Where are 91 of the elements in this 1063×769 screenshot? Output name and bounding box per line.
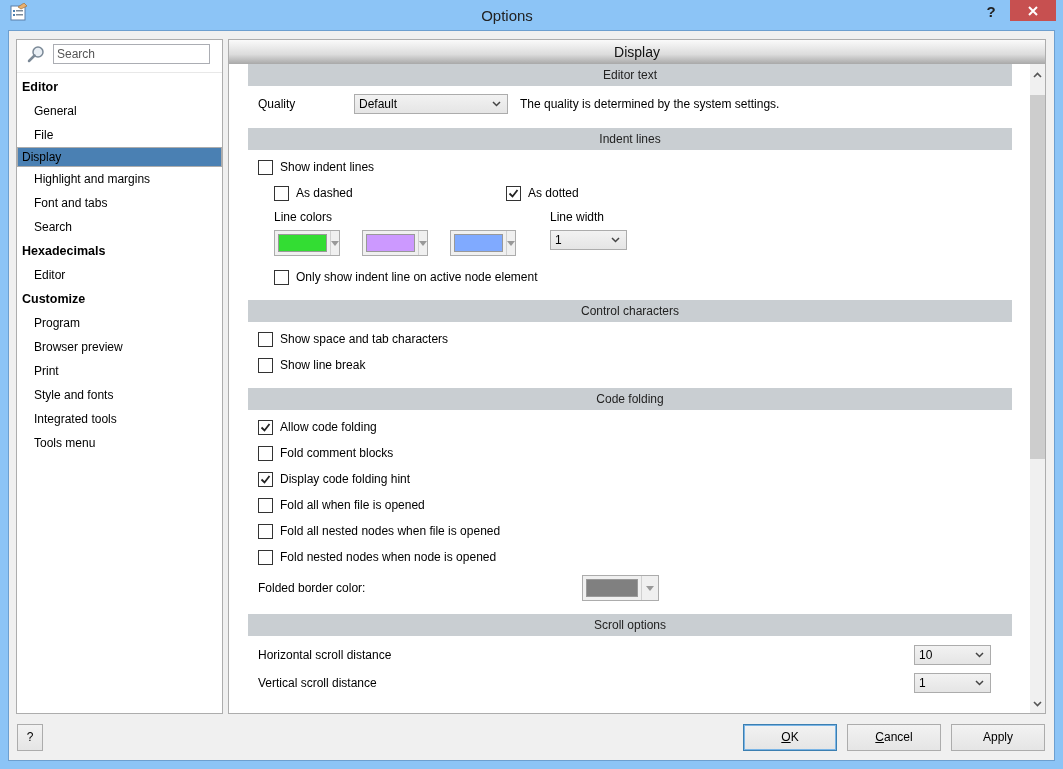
chevron-down-icon [611, 237, 620, 243]
section-header: Scroll options [248, 614, 1012, 636]
checkbox[interactable] [258, 471, 273, 487]
checkbox-label: As dashed [296, 186, 353, 200]
chevron-down-icon [975, 680, 984, 686]
section-header: Indent lines [248, 128, 1012, 150]
chevron-down-icon [492, 101, 501, 107]
checkbox[interactable] [506, 185, 521, 201]
dropdown-value: Default [359, 97, 398, 111]
checkbox[interactable] [258, 497, 273, 513]
panel-header: Display [229, 40, 1045, 64]
scrollbar-thumb[interactable] [1030, 95, 1045, 459]
checkbox[interactable] [258, 419, 273, 435]
checkbox-label: Only show indent line on active node element [296, 270, 538, 284]
checkbox-label: Show indent lines [280, 160, 375, 174]
checkbox-label: Display code folding hint [280, 472, 411, 486]
checkbox[interactable] [258, 357, 273, 373]
scroll-up-icon [1033, 72, 1042, 78]
checkbox-label: Show line break [280, 358, 366, 372]
hint-text: The quality is determined by the system settings. [520, 97, 780, 111]
check-icon [508, 187, 519, 199]
app-icon [10, 3, 28, 21]
close-button[interactable] [1010, 0, 1056, 21]
field-label: Line width [550, 209, 606, 226]
checkbox[interactable] [258, 523, 273, 539]
scroll-down-icon [1033, 701, 1042, 707]
check-icon [260, 421, 271, 433]
caret-icon [419, 240, 427, 246]
checkbox-label: Fold all when file is opened [280, 498, 425, 512]
chevron-down-icon [975, 652, 984, 658]
tree-item[interactable]: Browser preview [17, 335, 222, 359]
color-dropdown[interactable] [274, 230, 340, 256]
tree-item[interactable]: Style and fonts [17, 383, 222, 407]
color-dropdown[interactable] [582, 575, 659, 601]
scrollbar[interactable] [1030, 64, 1045, 713]
tree-group[interactable]: Customize [17, 287, 222, 311]
tree-item[interactable]: Display [17, 147, 222, 167]
dropdown[interactable]: 10 [914, 645, 991, 665]
field-label: Folded border color: [258, 581, 367, 595]
dialog-button[interactable]: OK [743, 723, 837, 751]
close-icon [1028, 5, 1038, 16]
tree-item[interactable]: File [17, 123, 222, 147]
checkbox-label: Show space and tab characters [280, 332, 449, 346]
tree-group[interactable]: Hexadecimals [17, 239, 222, 263]
search-icon [27, 45, 45, 63]
dialog-button[interactable]: Apply [951, 723, 1045, 751]
tree-item[interactable]: Highlight and margins [17, 167, 222, 191]
caret-icon [507, 240, 515, 246]
help-button[interactable]: ? [980, 2, 1002, 20]
checkbox[interactable] [258, 159, 273, 175]
checkbox-label: Fold nested nodes when node is opened [280, 550, 497, 564]
dropdown[interactable]: 1 [550, 230, 627, 250]
dialog-button[interactable]: Cancel [847, 723, 941, 751]
tree-item[interactable]: Editor [17, 263, 222, 287]
window-title: Options [480, 6, 534, 24]
dropdown-value: 10 [919, 648, 933, 662]
checkbox-label: Fold comment blocks [280, 446, 394, 460]
tree-item[interactable]: Integrated tools [17, 407, 222, 431]
caret-icon [646, 585, 654, 591]
checkbox[interactable] [258, 331, 273, 347]
field-label: Horizontal scroll distance [258, 648, 392, 662]
checkbox[interactable] [258, 549, 273, 565]
dropdown[interactable]: Default [354, 94, 508, 114]
checkbox[interactable] [258, 445, 273, 461]
section-header: Control characters [248, 300, 1012, 322]
section-header: Code folding [248, 388, 1012, 410]
color-dropdown[interactable] [450, 230, 516, 256]
checkbox[interactable] [274, 185, 289, 201]
field-label: Quality [258, 97, 297, 111]
field-label: Line colors [274, 209, 334, 226]
dropdown-value: 1 [555, 233, 562, 247]
tree-item[interactable]: Font and tabs [17, 191, 222, 215]
checkbox[interactable] [274, 269, 289, 285]
tree-item[interactable]: Program [17, 311, 222, 335]
check-icon [260, 473, 271, 485]
caret-icon [331, 240, 339, 246]
help-button[interactable]: ? [17, 723, 43, 751]
section-header: Editor text [248, 64, 1012, 86]
tree-item[interactable]: Print [17, 359, 222, 383]
tree-item[interactable]: Tools menu [17, 431, 222, 455]
search-field[interactable]: Search [53, 44, 210, 64]
color-dropdown[interactable] [362, 230, 428, 256]
tree-group[interactable]: Editor [17, 75, 222, 99]
dropdown-value: 1 [919, 676, 926, 690]
tree-item[interactable]: General [17, 99, 222, 123]
checkbox-label: Fold all nested nodes when file is opened [280, 524, 501, 538]
tree-item[interactable]: Search [17, 215, 222, 239]
checkbox-label: Allow code folding [280, 420, 377, 434]
checkbox-label: As dotted [528, 186, 579, 200]
field-label: Vertical scroll distance [258, 676, 377, 690]
dropdown[interactable]: 1 [914, 673, 991, 693]
